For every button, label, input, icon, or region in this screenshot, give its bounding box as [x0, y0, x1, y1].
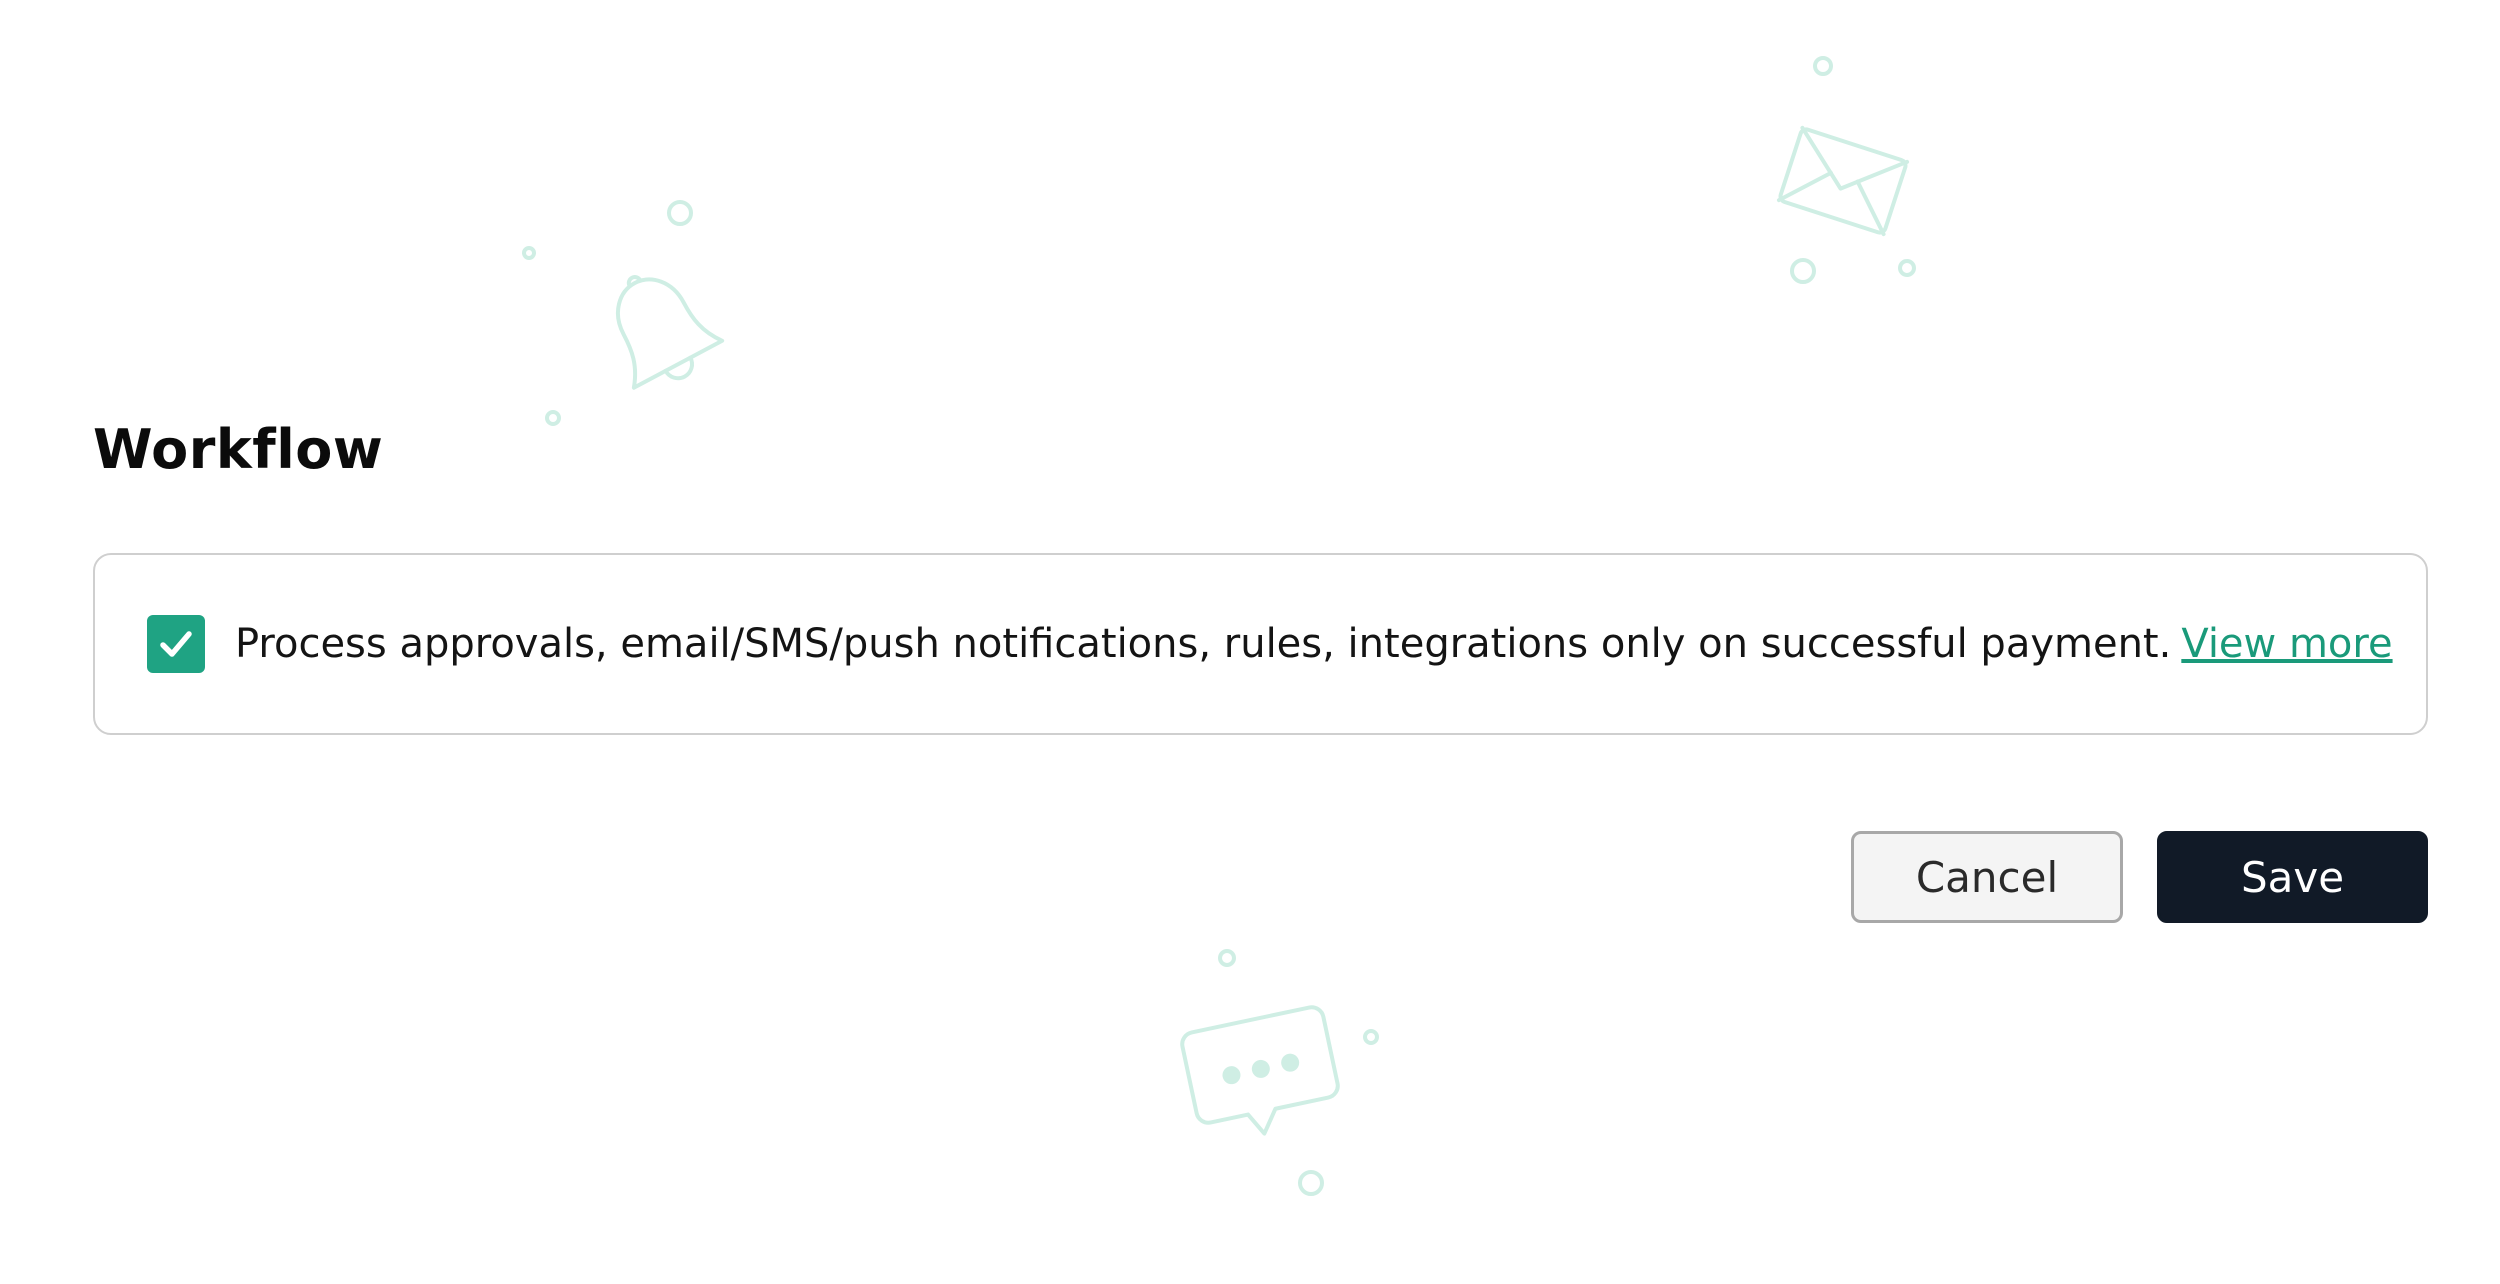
bubble-dot	[667, 200, 693, 226]
cancel-button[interactable]: Cancel	[1851, 831, 2123, 923]
bell-icon	[615, 275, 725, 390]
option-description: Process approvals, email/SMS/push notifi…	[235, 621, 2393, 667]
bubble-dot	[1363, 1029, 1379, 1045]
section-title: Workflow	[93, 418, 384, 481]
bubble-dot	[1218, 949, 1236, 967]
bubble-dot	[522, 246, 536, 260]
bubble-dot	[545, 410, 561, 426]
bubble-dot	[1298, 1170, 1324, 1196]
envelope-icon	[1776, 125, 1910, 237]
payment-workflow-option: Process approvals, email/SMS/push notifi…	[93, 553, 2428, 735]
chat-dot	[1251, 1059, 1270, 1078]
payment-workflow-checkbox[interactable]	[147, 615, 205, 673]
bubble-dot	[1898, 259, 1916, 277]
view-more-link[interactable]: View more	[2181, 621, 2392, 667]
chat-dot	[1222, 1066, 1241, 1085]
chat-dot	[1281, 1053, 1300, 1072]
save-button[interactable]: Save	[2157, 831, 2428, 923]
checkmark-icon	[160, 631, 192, 657]
bubble-dot	[1790, 258, 1816, 284]
bubble-dot	[1813, 56, 1833, 76]
chat-bubble-icon	[1180, 1005, 1340, 1136]
option-text: Process approvals, email/SMS/push notifi…	[235, 621, 2172, 667]
